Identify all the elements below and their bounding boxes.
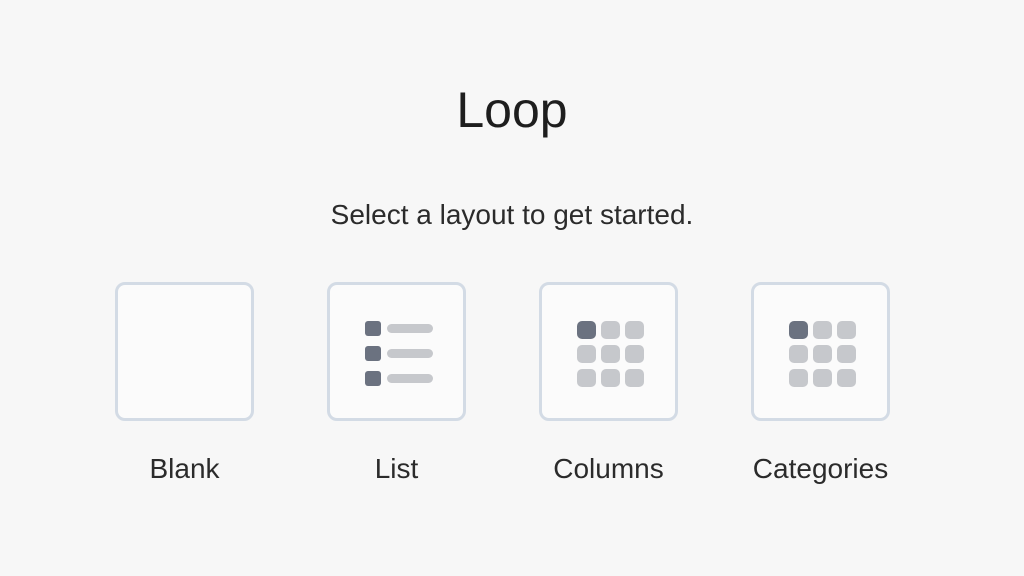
layout-tile-categories[interactable] bbox=[751, 282, 890, 421]
layout-label-columns: Columns bbox=[553, 453, 664, 484]
layout-tile-blank[interactable] bbox=[115, 282, 254, 421]
grid-layout-icon bbox=[577, 321, 644, 387]
layout-label-categories: Categories bbox=[752, 453, 889, 484]
layout-label-blank: Blank bbox=[149, 453, 220, 484]
layout-tile-columns[interactable] bbox=[539, 282, 678, 421]
grid-layout-icon bbox=[789, 321, 856, 387]
list-layout-icon bbox=[365, 321, 433, 386]
page-subtitle: Select a layout to get started. bbox=[330, 199, 694, 230]
layout-label-list: List bbox=[374, 453, 419, 484]
layout-tile-list[interactable] bbox=[327, 282, 466, 421]
page-title: Loop bbox=[456, 82, 568, 138]
